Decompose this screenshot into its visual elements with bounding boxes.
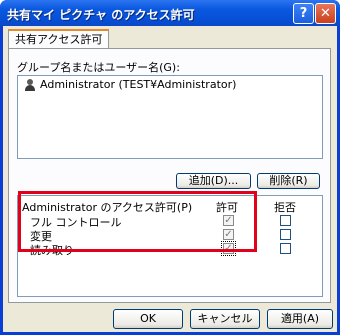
tab-share-permissions[interactable]: 共有アクセス許可 <box>8 29 110 49</box>
list-item[interactable]: Administrator (TEST¥Administrator) <box>18 76 322 94</box>
ok-button[interactable]: OK <box>113 309 183 329</box>
user-icon <box>24 79 36 91</box>
tab-panel: グループ名またはユーザー名(G): Administrator (TEST¥Ad… <box>8 48 331 303</box>
title-bar[interactable]: 共有マイ ピクチャ のアクセス許可 ? ✕ <box>0 0 340 26</box>
highlight-frame <box>18 191 257 252</box>
dialog-client-area: 共有アクセス許可 グループ名またはユーザー名(G): Administrator… <box>3 26 337 332</box>
help-icon: ? <box>299 6 308 21</box>
deny-full-control-checkbox[interactable] <box>280 215 291 226</box>
user-name: Administrator (TEST¥Administrator) <box>40 78 237 91</box>
close-icon: ✕ <box>320 6 331 21</box>
users-listbox[interactable]: Administrator (TEST¥Administrator) <box>17 75 323 159</box>
help-button[interactable]: ? <box>293 3 314 24</box>
window-title: 共有マイ ピクチャ のアクセス許可 <box>7 8 195 22</box>
apply-button[interactable]: 適用(A) <box>267 309 333 329</box>
dialog-window: 共有マイ ピクチャ のアクセス許可 ? ✕ 共有アクセス許可 グループ名またはユ… <box>0 0 340 335</box>
add-button[interactable]: 追加(D)... <box>176 173 251 189</box>
close-button[interactable]: ✕ <box>315 3 336 24</box>
remove-button[interactable]: 削除(R) <box>257 173 320 189</box>
deny-change-checkbox[interactable] <box>280 229 291 240</box>
deny-column-header: 拒否 <box>274 201 296 214</box>
deny-read-checkbox[interactable] <box>280 243 291 254</box>
users-label: グループ名またはユーザー名(G): <box>17 61 180 74</box>
cancel-button[interactable]: キャンセル <box>190 309 260 329</box>
